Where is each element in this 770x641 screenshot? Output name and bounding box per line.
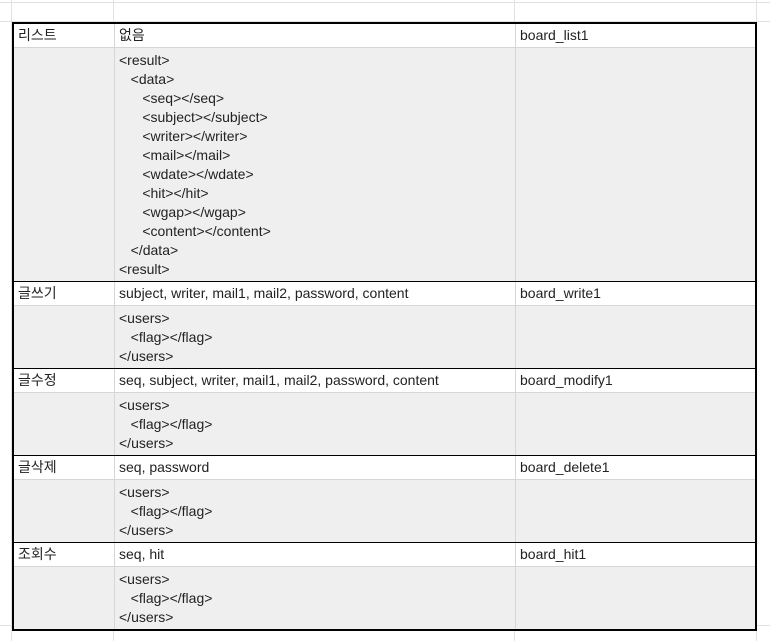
api-name-cell[interactable]: 글쓰기 xyxy=(14,282,115,305)
api-name-cell[interactable]: 조회수 xyxy=(14,543,115,566)
empty-cell[interactable] xyxy=(14,393,115,455)
api-id-cell[interactable]: board_list1 xyxy=(516,24,755,47)
table-row[interactable]: <users> <flag></flag> </users> xyxy=(14,479,755,542)
api-name-cell[interactable]: 글수정 xyxy=(14,369,115,392)
table-row[interactable]: 글쓰기 subject, writer, mail1, mail2, passw… xyxy=(14,281,755,305)
api-name-cell[interactable]: 글삭제 xyxy=(14,456,115,479)
table-row[interactable]: 글수정 seq, subject, writer, mail1, mail2, … xyxy=(14,368,755,392)
empty-cell[interactable] xyxy=(14,48,115,281)
api-response-cell[interactable]: <users> <flag></flag> </users> xyxy=(115,480,516,542)
api-params-cell[interactable]: seq, subject, writer, mail1, mail2, pass… xyxy=(115,369,516,392)
table-row[interactable]: <result> <data> <seq></seq> <subject></s… xyxy=(14,47,755,281)
table-row[interactable]: 글삭제 seq, password board_delete1 xyxy=(14,455,755,479)
table-row[interactable]: <users> <flag></flag> </users> xyxy=(14,305,755,368)
api-spec-table: 리스트 없음 board_list1 <result> <data> <seq>… xyxy=(12,22,757,631)
api-params-cell[interactable]: seq, password xyxy=(115,456,516,479)
empty-cell[interactable] xyxy=(516,393,755,455)
api-id-cell[interactable]: board_write1 xyxy=(516,282,755,305)
api-response-cell[interactable]: <users> <flag></flag> </users> xyxy=(115,567,516,629)
api-id-cell[interactable]: board_hit1 xyxy=(516,543,755,566)
api-id-cell[interactable]: board_delete1 xyxy=(516,456,755,479)
empty-cell[interactable] xyxy=(14,306,115,368)
table-row[interactable]: 조회수 seq, hit board_hit1 xyxy=(14,542,755,566)
empty-cell[interactable] xyxy=(14,480,115,542)
api-id-cell[interactable]: board_modify1 xyxy=(516,369,755,392)
api-params-cell[interactable]: subject, writer, mail1, mail2, password,… xyxy=(115,282,516,305)
api-response-cell[interactable]: <users> <flag></flag> </users> xyxy=(115,306,516,368)
api-params-cell[interactable]: seq, hit xyxy=(115,543,516,566)
api-name-cell[interactable]: 리스트 xyxy=(14,24,115,47)
empty-cell[interactable] xyxy=(516,480,755,542)
table-row[interactable]: 리스트 없음 board_list1 xyxy=(14,24,755,47)
table-row[interactable]: <users> <flag></flag> </users> xyxy=(14,566,755,629)
api-params-cell[interactable]: 없음 xyxy=(115,24,516,47)
empty-cell[interactable] xyxy=(516,567,755,629)
table-row[interactable]: <users> <flag></flag> </users> xyxy=(14,392,755,455)
empty-cell[interactable] xyxy=(14,567,115,629)
api-response-cell[interactable]: <users> <flag></flag> </users> xyxy=(115,393,516,455)
api-response-cell[interactable]: <result> <data> <seq></seq> <subject></s… xyxy=(115,48,516,281)
empty-cell[interactable] xyxy=(516,306,755,368)
empty-cell[interactable] xyxy=(516,48,755,281)
